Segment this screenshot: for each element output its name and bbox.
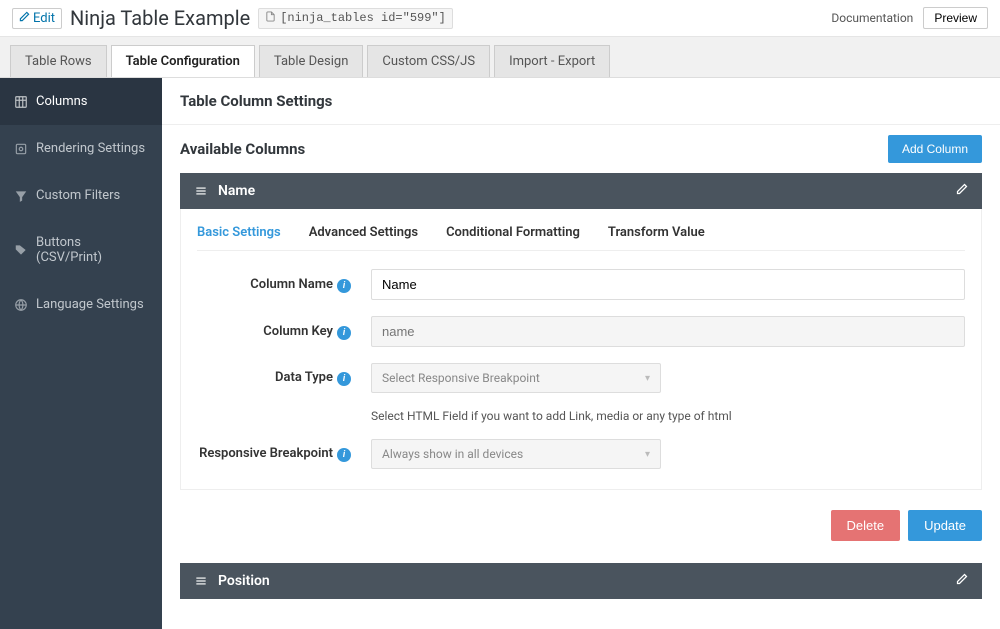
column-name-label: Column Namei [197, 277, 357, 293]
data-type-selected: Select Responsive Breakpoint [382, 371, 540, 385]
sidebar-item-filters[interactable]: Custom Filters [0, 172, 162, 219]
tab-import-export[interactable]: Import - Export [494, 45, 610, 77]
tag-icon [14, 243, 28, 257]
responsive-breakpoint-label: Responsive Breakpointi [197, 446, 357, 462]
sidebar-item-label: Buttons (CSV/Print) [36, 235, 148, 265]
sidebar-item-label: Custom Filters [36, 188, 120, 203]
sidebar-item-rendering[interactable]: Rendering Settings [0, 125, 162, 172]
inner-tab-advanced[interactable]: Advanced Settings [309, 225, 418, 240]
data-type-hint: Select HTML Field if you want to add Lin… [371, 409, 965, 423]
document-icon [265, 11, 276, 26]
column-header-position[interactable]: Position [180, 563, 982, 599]
button-row: Delete Update [180, 510, 982, 541]
data-type-label: Data Typei [197, 370, 357, 386]
tab-table-rows[interactable]: Table Rows [10, 45, 107, 77]
sidebar-item-columns[interactable]: Columns [0, 78, 162, 125]
edit-column-icon[interactable] [956, 573, 968, 589]
divider [162, 124, 1000, 125]
column-key-label: Column Keyi [197, 324, 357, 340]
drag-handle-icon[interactable] [194, 184, 208, 198]
main-tabs: Table Rows Table Configuration Table Des… [0, 37, 1000, 78]
preview-button[interactable]: Preview [923, 7, 988, 29]
cog-icon [14, 142, 28, 156]
chevron-down-icon: ▾ [645, 373, 650, 384]
chevron-down-icon: ▾ [645, 449, 650, 460]
tab-custom-css-js[interactable]: Custom CSS/JS [367, 45, 490, 77]
info-icon[interactable]: i [337, 448, 351, 462]
info-icon[interactable]: i [337, 372, 351, 386]
edit-column-icon[interactable] [956, 183, 968, 199]
sidebar-item-label: Rendering Settings [36, 141, 145, 156]
sidebar-item-label: Language Settings [36, 297, 144, 312]
column-body: Basic Settings Advanced Settings Conditi… [180, 209, 982, 490]
update-button[interactable]: Update [908, 510, 982, 541]
sidebar: Columns Rendering Settings Custom Filter… [0, 78, 162, 629]
inner-tab-conditional[interactable]: Conditional Formatting [446, 225, 580, 240]
tab-table-design[interactable]: Table Design [259, 45, 363, 77]
shortcode-text: [ninja_tables id="599"] [280, 11, 446, 25]
page-title: Ninja Table Example [70, 6, 250, 30]
info-icon[interactable]: i [337, 279, 351, 293]
responsive-breakpoint-select[interactable]: Always show in all devices ▾ [371, 439, 661, 469]
main-content: Table Column Settings Available Columns … [162, 78, 1000, 629]
data-type-select[interactable]: Select Responsive Breakpoint ▾ [371, 363, 661, 393]
column-header-label: Name [218, 183, 255, 199]
column-header-name[interactable]: Name [180, 173, 982, 209]
sidebar-item-label: Columns [36, 94, 88, 109]
column-key-input [371, 316, 965, 347]
pencil-icon [19, 11, 30, 26]
inner-tabs: Basic Settings Advanced Settings Conditi… [197, 225, 965, 251]
tab-table-configuration[interactable]: Table Configuration [111, 45, 255, 77]
available-columns-title: Available Columns [180, 140, 305, 158]
add-column-button[interactable]: Add Column [888, 135, 982, 163]
shortcode-display[interactable]: [ninja_tables id="599"] [258, 8, 453, 29]
edit-link[interactable]: Edit [12, 8, 62, 29]
column-name-input[interactable] [371, 269, 965, 300]
sidebar-item-language[interactable]: Language Settings [0, 281, 162, 328]
column-header-label: Position [218, 573, 270, 589]
documentation-link[interactable]: Documentation [831, 11, 913, 25]
topbar: Edit Ninja Table Example [ninja_tables i… [0, 0, 1000, 37]
filter-icon [14, 189, 28, 203]
inner-tab-basic[interactable]: Basic Settings [197, 225, 281, 240]
grid-icon [14, 95, 28, 109]
inner-tab-transform[interactable]: Transform Value [608, 225, 705, 240]
drag-handle-icon[interactable] [194, 574, 208, 588]
section-title: Table Column Settings [180, 92, 982, 110]
edit-label: Edit [33, 11, 55, 26]
delete-button[interactable]: Delete [831, 510, 901, 541]
lang-icon [14, 298, 28, 312]
info-icon[interactable]: i [337, 326, 351, 340]
sidebar-item-buttons[interactable]: Buttons (CSV/Print) [0, 219, 162, 281]
responsive-breakpoint-selected: Always show in all devices [382, 447, 523, 461]
